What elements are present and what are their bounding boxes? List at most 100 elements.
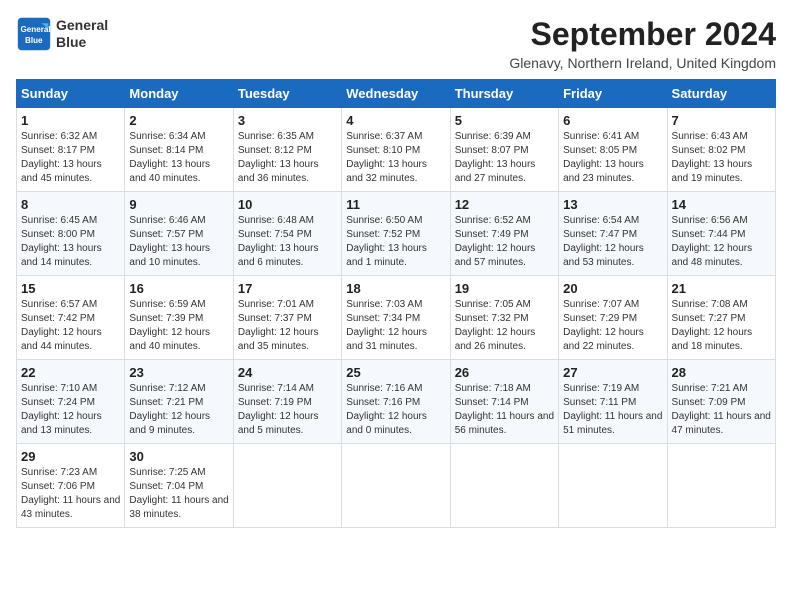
day-info: Sunrise: 6:45 AM Sunset: 8:00 PM Dayligh… xyxy=(21,214,120,270)
svg-text:Blue: Blue xyxy=(25,36,43,45)
table-row: 3 Sunrise: 6:35 AM Sunset: 8:12 PM Dayli… xyxy=(233,108,341,192)
month-title: September 2024 xyxy=(509,16,776,53)
day-number: 22 xyxy=(21,365,120,380)
day-info: Sunrise: 6:57 AM Sunset: 7:42 PM Dayligh… xyxy=(21,298,120,354)
table-row: 4 Sunrise: 6:37 AM Sunset: 8:10 PM Dayli… xyxy=(342,108,450,192)
calendar-week-3: 15 Sunrise: 6:57 AM Sunset: 7:42 PM Dayl… xyxy=(17,276,776,360)
day-number: 1 xyxy=(21,113,120,128)
col-monday: Monday xyxy=(125,80,233,108)
day-number: 9 xyxy=(129,197,228,212)
day-info: Sunrise: 7:19 AM Sunset: 7:11 PM Dayligh… xyxy=(563,382,662,438)
table-row: 9 Sunrise: 6:46 AM Sunset: 7:57 PM Dayli… xyxy=(125,192,233,276)
day-info: Sunrise: 6:59 AM Sunset: 7:39 PM Dayligh… xyxy=(129,298,228,354)
day-info: Sunrise: 7:14 AM Sunset: 7:19 PM Dayligh… xyxy=(238,382,337,438)
day-number: 4 xyxy=(346,113,445,128)
day-number: 5 xyxy=(455,113,554,128)
day-number: 6 xyxy=(563,113,662,128)
logo-text: General Blue xyxy=(56,17,108,51)
day-number: 23 xyxy=(129,365,228,380)
table-row: 29 Sunrise: 7:23 AM Sunset: 7:06 PM Dayl… xyxy=(17,444,125,528)
table-row: 18 Sunrise: 7:03 AM Sunset: 7:34 PM Dayl… xyxy=(342,276,450,360)
location: Glenavy, Northern Ireland, United Kingdo… xyxy=(509,55,776,71)
day-number: 30 xyxy=(129,449,228,464)
day-info: Sunrise: 6:37 AM Sunset: 8:10 PM Dayligh… xyxy=(346,130,445,186)
col-wednesday: Wednesday xyxy=(342,80,450,108)
table-row: 21 Sunrise: 7:08 AM Sunset: 7:27 PM Dayl… xyxy=(667,276,775,360)
table-row: 8 Sunrise: 6:45 AM Sunset: 8:00 PM Dayli… xyxy=(17,192,125,276)
table-row: 26 Sunrise: 7:18 AM Sunset: 7:14 PM Dayl… xyxy=(450,360,558,444)
day-info: Sunrise: 7:10 AM Sunset: 7:24 PM Dayligh… xyxy=(21,382,120,438)
table-row: 19 Sunrise: 7:05 AM Sunset: 7:32 PM Dayl… xyxy=(450,276,558,360)
day-number: 11 xyxy=(346,197,445,212)
col-friday: Friday xyxy=(559,80,667,108)
day-info: Sunrise: 6:52 AM Sunset: 7:49 PM Dayligh… xyxy=(455,214,554,270)
day-info: Sunrise: 7:23 AM Sunset: 7:06 PM Dayligh… xyxy=(21,466,120,522)
day-info: Sunrise: 7:07 AM Sunset: 7:29 PM Dayligh… xyxy=(563,298,662,354)
day-number: 10 xyxy=(238,197,337,212)
day-number: 7 xyxy=(672,113,771,128)
day-number: 15 xyxy=(21,281,120,296)
day-number: 14 xyxy=(672,197,771,212)
table-row: 28 Sunrise: 7:21 AM Sunset: 7:09 PM Dayl… xyxy=(667,360,775,444)
table-row: 12 Sunrise: 6:52 AM Sunset: 7:49 PM Dayl… xyxy=(450,192,558,276)
table-row xyxy=(233,444,341,528)
day-info: Sunrise: 7:25 AM Sunset: 7:04 PM Dayligh… xyxy=(129,466,228,522)
table-row: 10 Sunrise: 6:48 AM Sunset: 7:54 PM Dayl… xyxy=(233,192,341,276)
day-number: 19 xyxy=(455,281,554,296)
day-info: Sunrise: 7:12 AM Sunset: 7:21 PM Dayligh… xyxy=(129,382,228,438)
calendar-header-row: Sunday Monday Tuesday Wednesday Thursday… xyxy=(17,80,776,108)
calendar: Sunday Monday Tuesday Wednesday Thursday… xyxy=(16,79,776,528)
day-info: Sunrise: 7:08 AM Sunset: 7:27 PM Dayligh… xyxy=(672,298,771,354)
col-thursday: Thursday xyxy=(450,80,558,108)
table-row: 5 Sunrise: 6:39 AM Sunset: 8:07 PM Dayli… xyxy=(450,108,558,192)
day-info: Sunrise: 6:43 AM Sunset: 8:02 PM Dayligh… xyxy=(672,130,771,186)
day-info: Sunrise: 6:48 AM Sunset: 7:54 PM Dayligh… xyxy=(238,214,337,270)
table-row xyxy=(342,444,450,528)
day-number: 26 xyxy=(455,365,554,380)
calendar-week-4: 22 Sunrise: 7:10 AM Sunset: 7:24 PM Dayl… xyxy=(17,360,776,444)
day-number: 27 xyxy=(563,365,662,380)
table-row: 1 Sunrise: 6:32 AM Sunset: 8:17 PM Dayli… xyxy=(17,108,125,192)
day-info: Sunrise: 6:35 AM Sunset: 8:12 PM Dayligh… xyxy=(238,130,337,186)
day-number: 24 xyxy=(238,365,337,380)
day-info: Sunrise: 7:01 AM Sunset: 7:37 PM Dayligh… xyxy=(238,298,337,354)
col-sunday: Sunday xyxy=(17,80,125,108)
day-number: 3 xyxy=(238,113,337,128)
day-info: Sunrise: 7:18 AM Sunset: 7:14 PM Dayligh… xyxy=(455,382,554,438)
table-row: 7 Sunrise: 6:43 AM Sunset: 8:02 PM Dayli… xyxy=(667,108,775,192)
day-number: 29 xyxy=(21,449,120,464)
day-info: Sunrise: 6:50 AM Sunset: 7:52 PM Dayligh… xyxy=(346,214,445,270)
calendar-week-5: 29 Sunrise: 7:23 AM Sunset: 7:06 PM Dayl… xyxy=(17,444,776,528)
day-info: Sunrise: 7:03 AM Sunset: 7:34 PM Dayligh… xyxy=(346,298,445,354)
calendar-week-2: 8 Sunrise: 6:45 AM Sunset: 8:00 PM Dayli… xyxy=(17,192,776,276)
table-row: 20 Sunrise: 7:07 AM Sunset: 7:29 PM Dayl… xyxy=(559,276,667,360)
page-header: General Blue General Blue September 2024… xyxy=(16,16,776,71)
title-section: September 2024 Glenavy, Northern Ireland… xyxy=(509,16,776,71)
day-number: 8 xyxy=(21,197,120,212)
day-info: Sunrise: 6:41 AM Sunset: 8:05 PM Dayligh… xyxy=(563,130,662,186)
table-row: 13 Sunrise: 6:54 AM Sunset: 7:47 PM Dayl… xyxy=(559,192,667,276)
table-row xyxy=(450,444,558,528)
day-info: Sunrise: 7:21 AM Sunset: 7:09 PM Dayligh… xyxy=(672,382,771,438)
table-row: 16 Sunrise: 6:59 AM Sunset: 7:39 PM Dayl… xyxy=(125,276,233,360)
day-info: Sunrise: 6:46 AM Sunset: 7:57 PM Dayligh… xyxy=(129,214,228,270)
day-number: 28 xyxy=(672,365,771,380)
calendar-week-1: 1 Sunrise: 6:32 AM Sunset: 8:17 PM Dayli… xyxy=(17,108,776,192)
table-row xyxy=(559,444,667,528)
day-number: 17 xyxy=(238,281,337,296)
logo-icon: General Blue xyxy=(16,16,52,52)
day-number: 13 xyxy=(563,197,662,212)
day-info: Sunrise: 6:54 AM Sunset: 7:47 PM Dayligh… xyxy=(563,214,662,270)
table-row: 6 Sunrise: 6:41 AM Sunset: 8:05 PM Dayli… xyxy=(559,108,667,192)
col-saturday: Saturday xyxy=(667,80,775,108)
table-row: 14 Sunrise: 6:56 AM Sunset: 7:44 PM Dayl… xyxy=(667,192,775,276)
day-number: 25 xyxy=(346,365,445,380)
day-number: 18 xyxy=(346,281,445,296)
logo: General Blue General Blue xyxy=(16,16,108,52)
table-row: 22 Sunrise: 7:10 AM Sunset: 7:24 PM Dayl… xyxy=(17,360,125,444)
table-row: 11 Sunrise: 6:50 AM Sunset: 7:52 PM Dayl… xyxy=(342,192,450,276)
day-info: Sunrise: 6:34 AM Sunset: 8:14 PM Dayligh… xyxy=(129,130,228,186)
table-row: 2 Sunrise: 6:34 AM Sunset: 8:14 PM Dayli… xyxy=(125,108,233,192)
day-info: Sunrise: 6:56 AM Sunset: 7:44 PM Dayligh… xyxy=(672,214,771,270)
day-info: Sunrise: 7:16 AM Sunset: 7:16 PM Dayligh… xyxy=(346,382,445,438)
